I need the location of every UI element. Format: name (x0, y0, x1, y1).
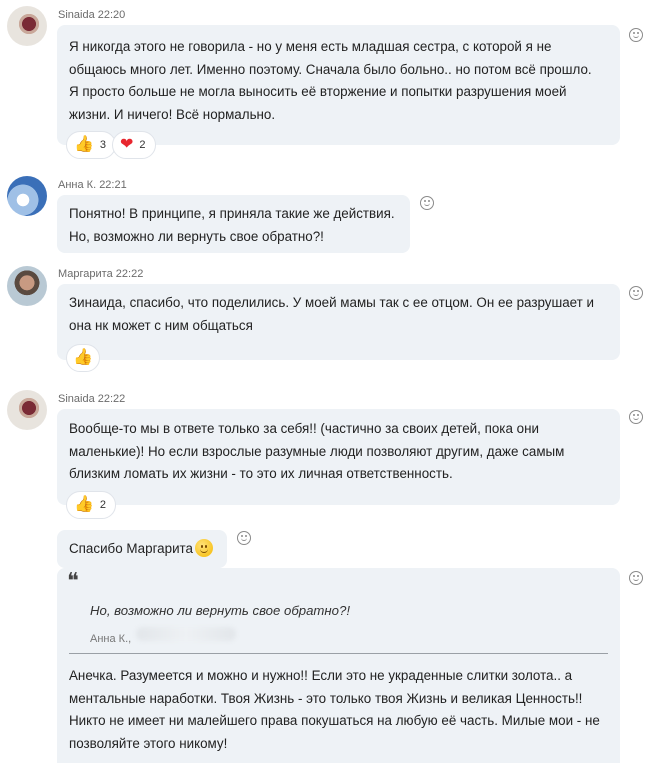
message-line: жизни. И ничего! Всё нормально. (69, 106, 276, 122)
author-name: Анна К. (58, 179, 97, 191)
message-time: 22:21 (99, 179, 127, 191)
quote-divider (69, 653, 608, 654)
message-line: Понятно! В принципе, я приняла такие же … (69, 206, 395, 221)
message-meta: Анна К. 22:21 (58, 179, 127, 191)
message-line: Вообще-то мы в ответе только за себя!! (… (69, 421, 539, 436)
smiling-face-emoji-icon (194, 539, 213, 557)
message-bubble[interactable]: Понятно! В принципе, я приняла такие же … (57, 195, 410, 253)
author-name: Sinaida (58, 9, 95, 21)
message-line: она нк может с ним общаться (69, 317, 253, 333)
thumbs-up-icon: 👍 (74, 496, 94, 513)
quoted-author: Анна К., (90, 633, 132, 645)
quote-icon: ❝ (67, 569, 79, 594)
message-time: 22:22 (115, 268, 144, 280)
message-line: Никто не имеет ни малейшего права покуша… (69, 713, 600, 728)
message-time: 22:22 (97, 393, 126, 405)
message-line: ментальные наработки. Твоя Жизнь - это т… (69, 690, 583, 706)
quoted-text: Но, возможно ли вернуть свое обратно?! (90, 603, 351, 618)
add-reaction-icon[interactable] (629, 571, 643, 585)
reaction-thumbs-up[interactable]: 👍 2 (66, 491, 117, 519)
message-line: Зинаида, спасибо, что поделились. У моей… (69, 295, 594, 310)
thumbs-up-icon: 👍 (74, 136, 94, 153)
reply-text: Анечка. Разумеется и можно и нужно!! Есл… (69, 665, 610, 755)
reaction-heart[interactable]: ❤ 2 (112, 131, 156, 159)
reaction-count: 2 (99, 499, 107, 511)
avatar-sinaida[interactable] (7, 6, 47, 46)
avatar-sinaida[interactable] (7, 390, 47, 430)
add-reaction-icon[interactable] (629, 286, 643, 300)
thumbs-up-icon: 👍 (73, 349, 93, 366)
reaction-count: 2 (139, 139, 146, 151)
message-meta: Маргарита 22:22 (58, 268, 143, 280)
message-meta: Sinaida 22:22 (58, 393, 125, 405)
reaction-thumbs-up[interactable]: 👍 (66, 344, 100, 372)
reaction-count: 3 (99, 139, 107, 151)
message-line: позволяйте этого никому! (69, 735, 228, 751)
add-reaction-icon[interactable] (629, 410, 643, 424)
add-reaction-icon[interactable] (629, 28, 643, 42)
message-bubble[interactable]: ❝ Но, возможно ли вернуть свое обратно?!… (57, 568, 620, 763)
author-name: Маргарита (58, 268, 113, 280)
message-line: Я никогда этого не говорила - но у меня … (69, 39, 552, 54)
add-reaction-icon[interactable] (420, 196, 434, 210)
message-line: общаюсь много лет. Именно поэтому. Снача… (69, 61, 592, 77)
message-bubble[interactable]: Вообще-то мы в ответе только за себя!! (… (57, 409, 620, 505)
add-reaction-icon[interactable] (237, 531, 251, 545)
message-bubble[interactable]: Спасибо Маргарита (57, 530, 227, 568)
author-name: Sinaida (58, 393, 95, 405)
message-text: Спасибо Маргарита (69, 541, 193, 556)
message-line: Я просто больше не могла выносить её вто… (69, 84, 567, 99)
avatar-margarita[interactable] (7, 266, 47, 306)
avatar-anna[interactable] (7, 176, 47, 216)
message-bubble[interactable]: Зинаида, спасибо, что поделились. У моей… (57, 284, 620, 360)
heart-icon: ❤ (120, 136, 134, 153)
message-time: 22:20 (97, 9, 126, 21)
blurred-name (136, 627, 236, 641)
message-line: Но, возможно ли вернуть свое обратно?! (69, 228, 324, 244)
message-line: близким ломать их жизни - то это их личн… (69, 466, 453, 481)
message-line: Анечка. Разумеется и можно и нужно!! Есл… (69, 668, 573, 683)
reaction-thumbs-up[interactable]: 👍 3 (66, 131, 117, 159)
message-meta: Sinaida 22:20 (58, 9, 125, 21)
message-line: маленькие)! Но если взрослые разумные лю… (69, 443, 565, 459)
message-bubble[interactable]: Я никогда этого не говорила - но у меня … (57, 25, 620, 145)
